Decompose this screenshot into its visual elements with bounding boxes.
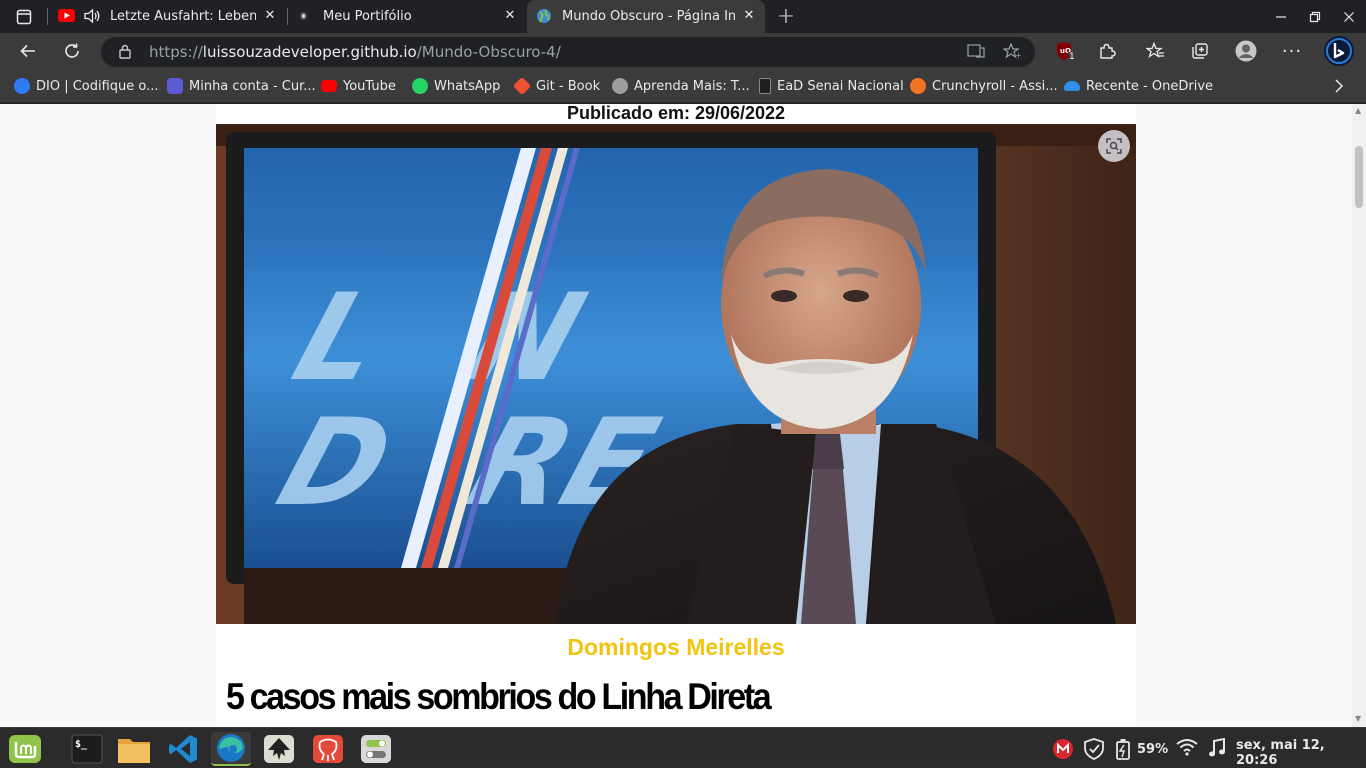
bookmark-label: Git - Book [536, 78, 601, 94]
bookmark-label: Aprenda Mais: T... [634, 78, 750, 94]
tab-mundo-obscuro[interactable]: Mundo Obscuro - Página Inicial ✕ [527, 0, 765, 33]
tab-portfolio[interactable]: Meu Portifólio ✕ [288, 0, 526, 33]
bookmarks-overflow-icon[interactable] [1334, 77, 1344, 95]
lock-icon[interactable] [119, 44, 131, 63]
restore-icon[interactable] [1298, 0, 1332, 33]
favorites-icon[interactable] [1141, 37, 1169, 65]
scroll-down-icon[interactable]: ▼ [1355, 714, 1361, 723]
speaker-icon[interactable] [83, 8, 101, 28]
dio-icon [14, 78, 30, 94]
bookmark-label: DIO | Codifique o... [36, 78, 159, 94]
extension-badge: 1 [1068, 52, 1076, 62]
minimize-icon[interactable] [1264, 0, 1298, 33]
url-text: https://luissouzadeveloper.github.io/Mun… [149, 43, 561, 61]
article-hero-image: L N D RE [216, 124, 1136, 624]
bing-copilot-icon[interactable] [1323, 35, 1355, 67]
bookmark-label: YouTube [343, 78, 396, 94]
music-icon[interactable] [1208, 738, 1226, 758]
battery-icon [1116, 739, 1130, 760]
page-scrollbar[interactable]: ▲ ▼ [1352, 104, 1366, 727]
bookmark-crunchyroll[interactable]: Crunchyroll - Assi... [910, 77, 1058, 95]
new-tab-button[interactable]: + [769, 0, 803, 33]
back-icon[interactable] [14, 37, 42, 65]
taskbar: $_ 59% sex, mai 12, 20:26 [0, 727, 1366, 768]
tab-bar: Letzte Ausfahrt: Leben - Y ✕ Meu Portifó… [0, 0, 1366, 33]
ublock-extension-icon[interactable]: uO 1 [1051, 37, 1079, 65]
tab-title: Mundo Obscuro - Página Inicial [562, 9, 735, 24]
bookmark-ead-senai[interactable]: EaD Senai Nacional [759, 77, 904, 95]
refresh-icon[interactable] [58, 37, 86, 65]
svg-text:+: + [1015, 51, 1021, 59]
battery-indicator[interactable]: 59% [1115, 738, 1168, 760]
mint-menu-icon[interactable] [6, 732, 44, 766]
bookmark-label: WhatsApp [434, 78, 501, 94]
extensions-icon[interactable] [1093, 37, 1121, 65]
url-host: luissouzadeveloper.github.io [202, 43, 417, 61]
bookmark-aprenda-mais[interactable]: Aprenda Mais: T... [612, 77, 750, 95]
portfolio-icon [300, 12, 307, 20]
url-path: /Mundo-Obscuro-4/ [416, 43, 561, 61]
scroll-up-icon[interactable]: ▲ [1355, 106, 1361, 115]
clock[interactable]: sex, mai 12, 20:26 [1236, 738, 1366, 768]
image-caption: Domingos Meirelles [567, 634, 785, 660]
bookmark-whatsapp[interactable]: WhatsApp [412, 77, 500, 95]
browser-toolbar: https://luissouzadeveloper.github.io/Mun… [0, 33, 1366, 69]
url-scheme: https:// [149, 43, 203, 61]
bookmark-label: Minha conta - Cur... [189, 78, 316, 94]
bookmark-minha-conta[interactable]: Minha conta - Cur... [167, 77, 316, 95]
globe-icon [536, 8, 552, 28]
youtube-icon [321, 80, 337, 92]
bookmark-git-book[interactable]: Git - Book [512, 76, 601, 96]
globe-icon [612, 78, 628, 94]
vscode-icon[interactable] [166, 732, 200, 766]
terminal-icon[interactable]: $_ [70, 732, 104, 766]
add-favorite-icon[interactable]: + [1002, 42, 1022, 63]
bookmark-youtube[interactable]: YouTube [321, 77, 396, 95]
address-bar[interactable]: https://luissouzadeveloper.github.io/Mun… [101, 37, 1035, 67]
toggle-app-icon[interactable] [359, 732, 393, 766]
onedrive-icon [1064, 81, 1080, 91]
whatsapp-icon [412, 78, 428, 94]
gitkraken-icon[interactable] [311, 732, 345, 766]
git-icon [512, 76, 532, 96]
visual-search-icon[interactable] [1098, 130, 1130, 162]
crunchyroll-icon [910, 78, 926, 94]
close-icon[interactable]: ✕ [741, 8, 757, 24]
course-icon [167, 78, 183, 94]
bookmarks-bar: DIO | Codifique o... Minha conta - Cur..… [0, 69, 1366, 103]
article: Publicado em: 29/06/2022 L N D RE Doming… [216, 104, 1136, 727]
scrollbar-thumb[interactable] [1355, 146, 1363, 208]
senai-icon [759, 78, 771, 94]
settings-menu-icon[interactable]: ··· [1278, 37, 1306, 65]
tab-youtube[interactable]: Letzte Ausfahrt: Leben - Y ✕ [48, 0, 286, 33]
edge-icon[interactable] [211, 732, 251, 766]
files-icon[interactable] [117, 732, 151, 766]
collections-icon[interactable] [1186, 37, 1214, 65]
close-window-icon[interactable] [1332, 0, 1366, 33]
tab-actions-icon[interactable] [0, 0, 48, 33]
wifi-icon[interactable] [1176, 738, 1198, 756]
tab-title: Letzte Ausfahrt: Leben - Y [110, 9, 256, 24]
read-aloud-icon[interactable] [967, 43, 985, 63]
close-icon[interactable]: ✕ [262, 8, 278, 24]
bookmark-dio[interactable]: DIO | Codifique o... [14, 77, 159, 95]
inkscape-icon[interactable] [262, 732, 296, 766]
youtube-icon [58, 9, 75, 22]
bookmark-onedrive[interactable]: Recente - OneDrive [1064, 77, 1213, 95]
page-viewport: Publicado em: 29/06/2022 L N D RE Doming… [0, 104, 1352, 727]
publish-date: Publicado em: 29/06/2022 [566, 104, 786, 123]
close-icon[interactable]: ✕ [502, 8, 518, 24]
shield-icon[interactable] [1084, 738, 1104, 760]
svg-text:$_: $_ [75, 739, 88, 750]
profile-avatar-icon[interactable] [1232, 37, 1260, 65]
bookmark-label: Crunchyroll - Assi... [932, 78, 1058, 94]
bookmark-label: Recente - OneDrive [1086, 78, 1214, 94]
mega-sync-icon[interactable] [1052, 738, 1074, 760]
hero-illustration: L N D RE [216, 124, 1136, 624]
bookmark-label: EaD Senai Nacional [777, 78, 904, 94]
tab-title: Meu Portifólio [323, 9, 412, 24]
battery-percent: 59% [1137, 741, 1169, 757]
article-headline: 5 casos mais sombrios do Linha Direta [226, 676, 772, 717]
